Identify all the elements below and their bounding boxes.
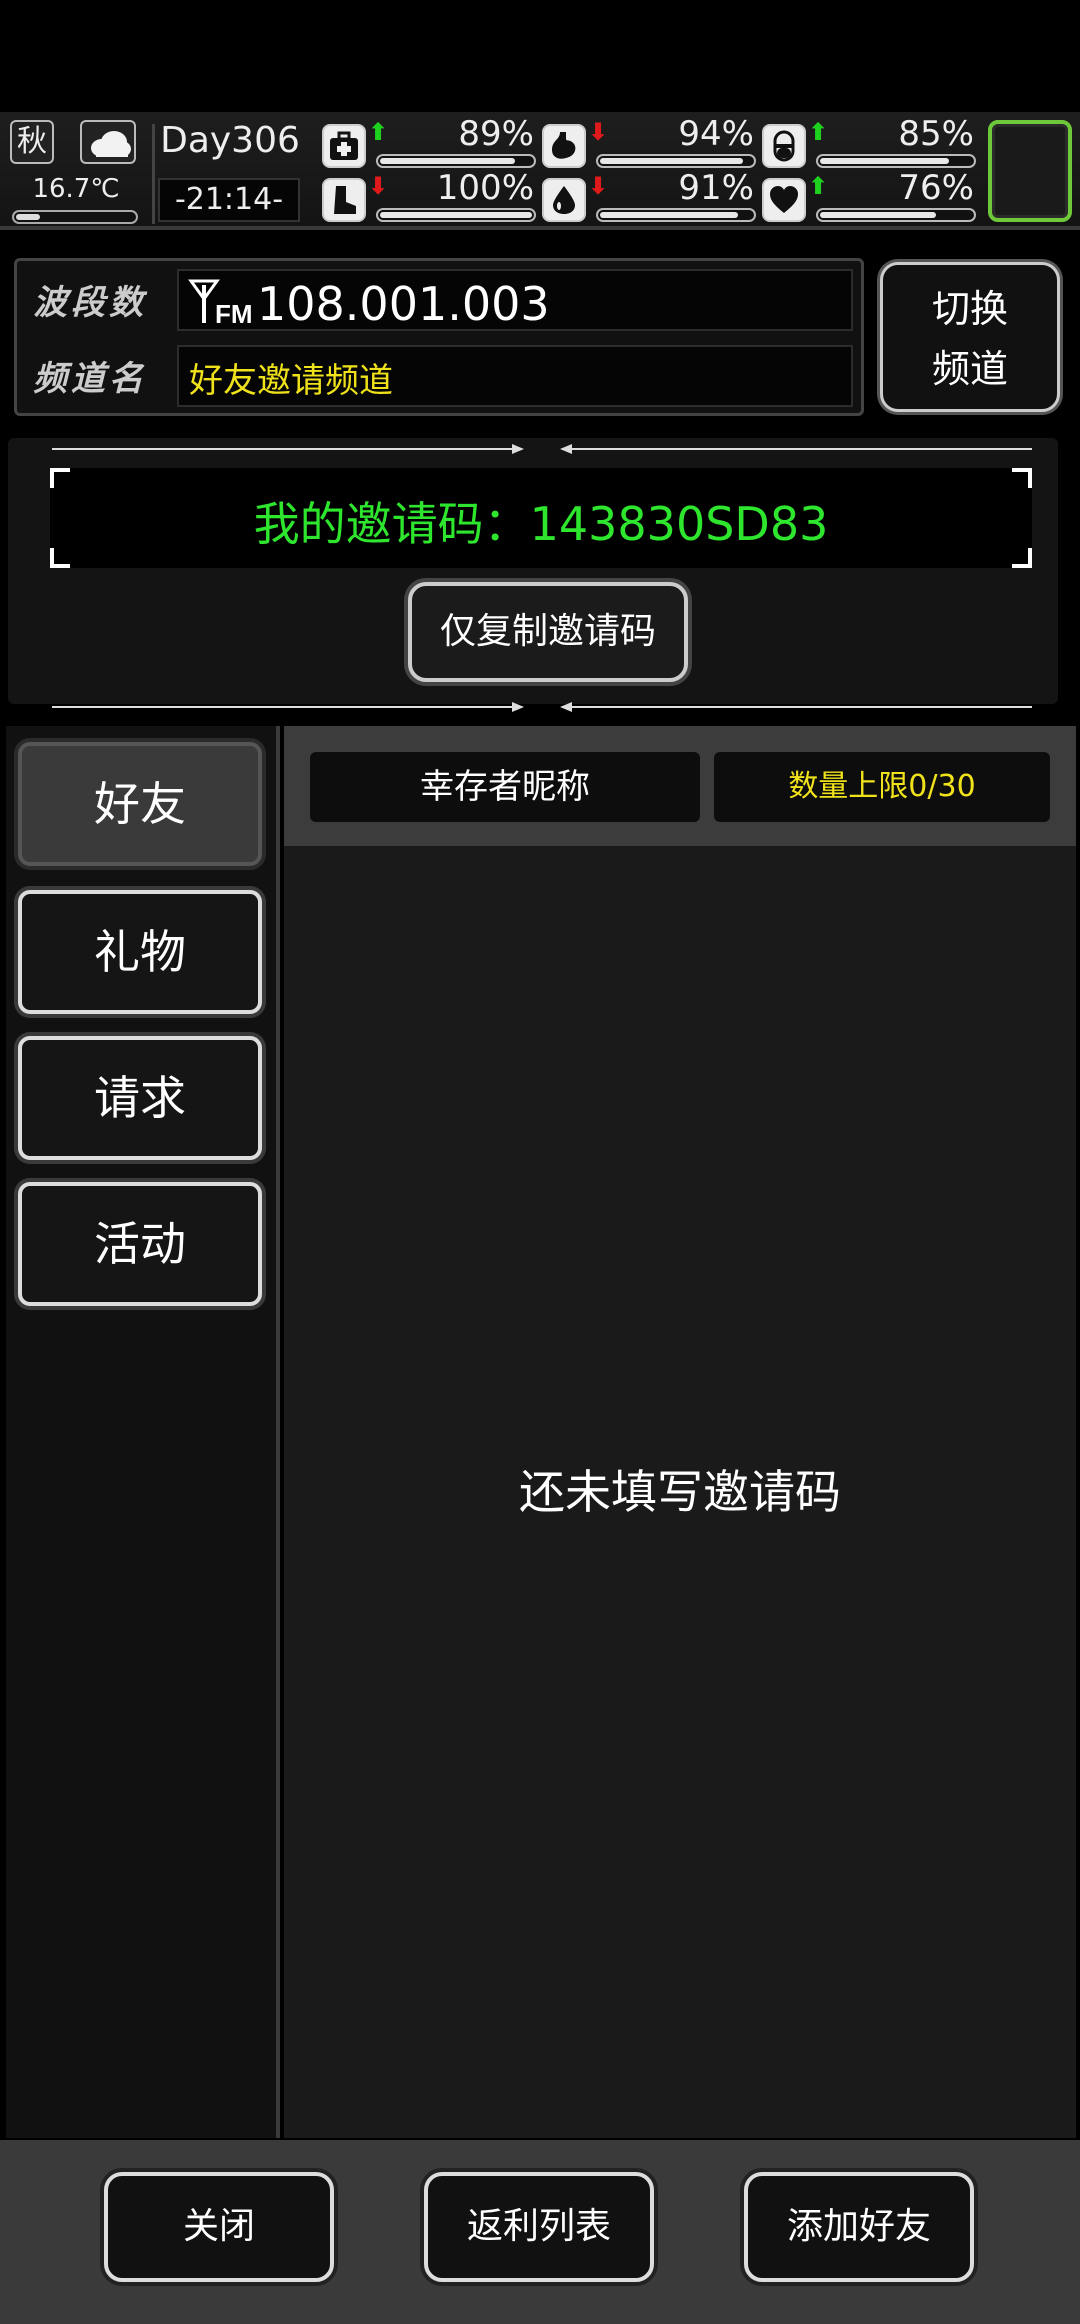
stat-value: 89%	[458, 114, 534, 154]
tab-requests[interactable]: 请求	[18, 1036, 262, 1160]
stat-bar	[596, 208, 756, 222]
bottom-bar: 关闭 返利列表 添加好友	[0, 2140, 1080, 2324]
divider	[152, 124, 155, 224]
switch-channel-label-1: 切换	[931, 287, 1008, 331]
frequency-value: 108.001.003	[257, 277, 550, 331]
svg-text:FM: FM	[215, 299, 253, 327]
friend-list-panel: 幸存者昵称 数量上限0/30 还未填写邀请码	[284, 726, 1076, 2138]
stat-bar-fill	[380, 212, 532, 218]
stat-hunger: ⬇ 94%	[542, 114, 762, 170]
trend-arrow: ⬆	[808, 172, 829, 200]
ornament-divider	[52, 444, 1032, 454]
sidebar: 好友 礼物 请求 活动	[6, 726, 280, 2138]
stat-mood: ⬆ 76%	[762, 168, 982, 224]
copy-invite-code-button[interactable]: 仅复制邀请码	[408, 582, 688, 682]
list-header: 幸存者昵称 数量上限0/30	[284, 726, 1076, 846]
tab-events[interactable]: 活动	[18, 1182, 262, 1306]
stat-bar-fill	[380, 158, 515, 164]
stat-bar	[376, 154, 536, 168]
pill-icon	[762, 124, 806, 168]
day-counter: Day306	[160, 120, 300, 161]
radio-panel: 波段数 FM 108.001.003 频道名 好友邀请频道	[14, 258, 864, 416]
stat-value: 76%	[898, 168, 974, 208]
stat-bar	[376, 208, 536, 222]
stomach-icon	[542, 124, 586, 168]
stat-bar-fill	[600, 158, 743, 164]
invite-code-text: 我的邀请码：143830SD83	[253, 497, 829, 551]
temperature-bar-fill	[16, 214, 40, 220]
boot-icon	[322, 178, 366, 222]
switch-channel-button[interactable]: 切换 频道	[880, 262, 1060, 412]
stat-value: 100%	[436, 168, 534, 208]
trend-arrow: ⬇	[368, 172, 389, 200]
status-hud: 秋 16.7℃ Day306 -21:14- ⬆ 89% ⬇ 94% ⬆ 85%…	[0, 112, 1080, 230]
clock: -21:14-	[158, 178, 300, 222]
stat-bar-fill	[820, 212, 936, 218]
water-drop-icon	[542, 178, 586, 222]
stat-bar	[596, 154, 756, 168]
trend-arrow: ⬇	[588, 172, 609, 200]
invite-code-panel: 我的邀请码：143830SD83 仅复制邀请码	[8, 438, 1058, 712]
channel-name: 好友邀请频道	[189, 361, 393, 401]
stat-bar-fill	[600, 212, 738, 218]
antenna-fm-icon: FM	[188, 279, 253, 327]
add-friend-button[interactable]: 添加好友	[744, 2172, 974, 2282]
close-button[interactable]: 关闭	[104, 2172, 334, 2282]
season-indicator: 秋	[10, 120, 54, 164]
stat-bar	[816, 154, 976, 168]
equipment-slot[interactable]	[988, 120, 1072, 222]
stat-bar-fill	[820, 158, 949, 164]
channel-label: 频道名	[33, 359, 147, 399]
stat-value: 94%	[678, 114, 754, 154]
trend-arrow: ⬇	[588, 118, 609, 146]
column-limit: 数量上限0/30	[714, 752, 1050, 822]
stat-medicine: ⬆ 85%	[762, 114, 982, 170]
cloud-icon	[80, 120, 136, 164]
ornament-divider	[52, 702, 1032, 712]
temperature-bar	[12, 210, 138, 224]
stat-value: 85%	[898, 114, 974, 154]
tab-gifts[interactable]: 礼物	[18, 890, 262, 1014]
column-nickname: 幸存者昵称	[310, 752, 700, 822]
invite-code-box: 我的邀请码：143830SD83	[50, 468, 1032, 568]
medkit-icon	[322, 124, 366, 168]
stat-bar	[816, 208, 976, 222]
stat-health: ⬆ 89%	[322, 114, 542, 170]
trend-arrow: ⬆	[808, 118, 829, 146]
stat-thirst: ⬇ 91%	[542, 168, 762, 224]
heart-icon	[762, 178, 806, 222]
trend-arrow: ⬆	[368, 118, 389, 146]
frequency-field: FM 108.001.003	[177, 269, 853, 331]
channel-field: 好友邀请频道	[177, 345, 853, 407]
stat-value: 91%	[678, 168, 754, 208]
empty-state-message: 还未填写邀请码	[519, 1465, 841, 1519]
band-label: 波段数	[33, 283, 147, 323]
stat-stamina: ⬇ 100%	[322, 168, 542, 224]
tab-friends[interactable]: 好友	[18, 742, 262, 866]
switch-channel-label-2: 频道	[931, 347, 1008, 391]
rebate-list-button[interactable]: 返利列表	[424, 2172, 654, 2282]
